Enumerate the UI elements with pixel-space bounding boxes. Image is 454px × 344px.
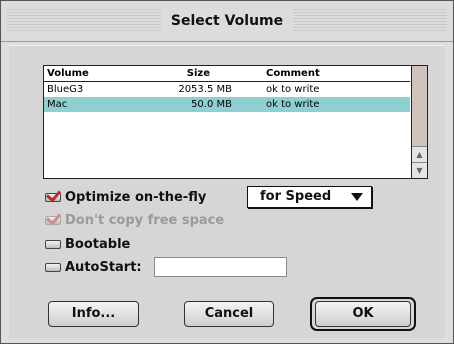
optimize-mode-popup[interactable]: for Speed [247, 186, 372, 208]
bootable-checkbox[interactable]: Bootable [45, 235, 130, 253]
cancel-button[interactable]: Cancel [184, 301, 274, 327]
checkbox-icon[interactable] [45, 262, 61, 272]
volume-name: Mac [47, 99, 68, 110]
volume-size: 2053.5 MB [178, 84, 232, 95]
select-volume-dialog: Select Volume Volume Size Comment BlueG3… [0, 0, 454, 344]
triangle-down-icon [351, 193, 363, 201]
autostart-label: AutoStart: [65, 259, 142, 275]
column-header-size: Size [186, 68, 210, 79]
list-scrollbar[interactable]: ▲ ▼ [411, 66, 427, 178]
optimize-label: Optimize on-the-fly [65, 189, 207, 205]
volume-row-mac[interactable]: Mac 50.0 MB ok to write [44, 97, 410, 112]
dont-copy-free-space-label: Don't copy free space [65, 212, 225, 228]
volume-comment: ok to write [266, 99, 320, 110]
check-mark-icon[interactable] [45, 192, 61, 202]
title-bar[interactable]: Select Volume [1, 1, 453, 42]
window-title: Select Volume [160, 7, 294, 35]
volume-name: BlueG3 [47, 84, 84, 95]
column-header-volume: Volume [47, 68, 89, 79]
check-mark-icon[interactable] [45, 215, 61, 225]
volume-row-blueg3[interactable]: BlueG3 2053.5 MB ok to write [44, 82, 410, 97]
autostart-field[interactable] [154, 257, 287, 277]
optimize-checkbox[interactable]: Optimize on-the-fly [45, 188, 206, 206]
volume-size: 50.0 MB [191, 99, 232, 110]
dont-copy-free-space-checkbox[interactable]: Don't copy free space [45, 211, 224, 229]
autostart-checkbox[interactable]: AutoStart: [45, 258, 142, 276]
volume-comment: ok to write [266, 84, 320, 95]
volume-list[interactable]: Volume Size Comment BlueG3 2053.5 MB ok … [43, 65, 428, 179]
scroll-up-arrow-icon[interactable]: ▲ [412, 146, 427, 162]
scroll-down-arrow-icon[interactable]: ▼ [412, 162, 427, 178]
column-header-comment: Comment [266, 68, 320, 79]
bootable-label: Bootable [65, 236, 131, 252]
dialog-content: Volume Size Comment BlueG3 2053.5 MB ok … [9, 45, 445, 338]
ok-button[interactable]: OK [315, 301, 411, 327]
info-button[interactable]: Info... [48, 301, 139, 327]
checkbox-icon[interactable] [45, 239, 61, 249]
list-header: Volume Size Comment [44, 66, 410, 82]
optimize-mode-value: for Speed [260, 189, 332, 204]
